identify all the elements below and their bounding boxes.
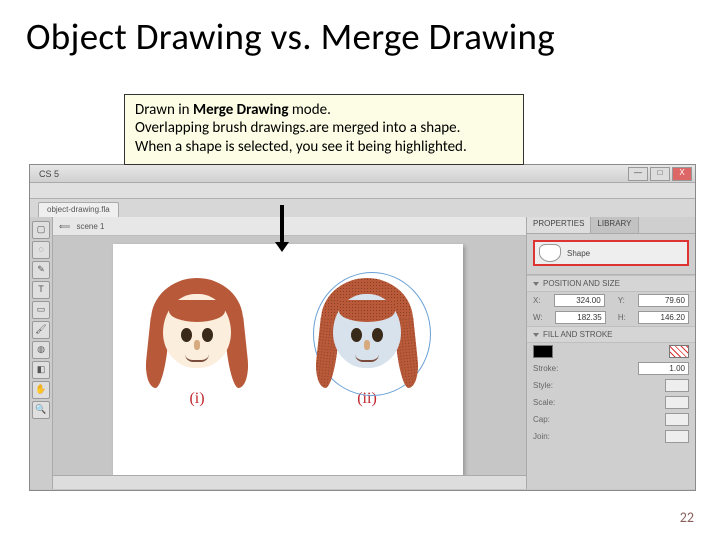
tab-properties[interactable]: PROPERTIES: [527, 217, 591, 233]
callout-arrow-icon: [280, 205, 284, 243]
menu-bar[interactable]: [30, 183, 695, 199]
document-tab[interactable]: object-drawing.fla: [38, 202, 119, 217]
shape-thumb-icon: [539, 244, 561, 262]
eye-icon: [181, 328, 192, 342]
y-field[interactable]: 79.60: [638, 294, 689, 307]
w-field[interactable]: 182.35: [555, 311, 606, 324]
window-titlebar: CS 5 — □ X: [30, 165, 695, 183]
close-button[interactable]: X: [672, 167, 692, 181]
caption-ii: (ii): [311, 390, 423, 408]
horizontal-scrollbar[interactable]: [53, 475, 526, 489]
tools-panel: ▢ ◌ ✎ T ▭ 🖌 ◍ ◧ ✋ 🔍: [30, 217, 53, 489]
bucket-tool-icon[interactable]: ◍: [32, 341, 50, 359]
h-label: H:: [618, 313, 626, 322]
stroke-field[interactable]: 1.00: [638, 362, 689, 375]
section-fill-stroke[interactable]: FILL AND STROKE: [527, 326, 695, 343]
nose-icon: [194, 340, 200, 350]
figure-i: (i): [141, 276, 253, 408]
cap-dropdown[interactable]: [665, 413, 689, 426]
brush-tool-icon[interactable]: 🖌: [32, 321, 50, 339]
callout-text: Overlapping brush drawings.are merged in…: [135, 119, 513, 137]
eye-icon: [372, 328, 383, 342]
join-dropdown[interactable]: [665, 430, 689, 443]
stage-canvas: (i): [113, 244, 463, 475]
scene-bar: ⟸ scene 1: [53, 217, 526, 236]
figure-ii-selected: (ii): [311, 276, 423, 408]
style-dropdown[interactable]: [665, 379, 689, 392]
stroke-label: Stroke:: [533, 364, 558, 373]
nose-icon: [364, 340, 370, 350]
callout-text: Drawn in: [135, 101, 193, 119]
properties-panel: PROPERTIES LIBRARY Shape POSITION AND SI…: [526, 217, 695, 489]
callout-text: mode.: [292, 101, 331, 119]
eraser-tool-icon[interactable]: ◧: [32, 361, 50, 379]
minimize-button[interactable]: —: [628, 167, 648, 181]
slide-title: Object Drawing vs. Merge Drawing: [0, 0, 720, 65]
callout-box: Drawn in Merge Drawing mode. Overlapping…: [124, 94, 524, 165]
callout-text: When a shape is selected, you see it bei…: [135, 138, 513, 156]
h-field[interactable]: 146.20: [638, 311, 689, 324]
fill-swatch[interactable]: [669, 345, 689, 358]
fringe-shape: [169, 300, 225, 322]
tab-library[interactable]: LIBRARY: [591, 217, 638, 233]
rect-tool-icon[interactable]: ▭: [32, 301, 50, 319]
page-number: 22: [680, 509, 694, 526]
callout-bold: Merge Drawing: [193, 101, 292, 119]
section-label: FILL AND STROKE: [543, 330, 613, 339]
section-label: POSITION AND SIZE: [543, 279, 620, 288]
hand-tool-icon[interactable]: ✋: [32, 381, 50, 399]
disclosure-icon: [533, 333, 539, 337]
caption-i: (i): [141, 390, 253, 408]
scene-label[interactable]: scene 1: [76, 222, 104, 231]
stage-area[interactable]: (i): [53, 236, 526, 475]
maximize-button[interactable]: □: [650, 167, 670, 181]
back-arrow-icon[interactable]: ⟸: [59, 222, 70, 231]
zoom-tool-icon[interactable]: 🔍: [32, 401, 50, 419]
scale-dropdown[interactable]: [665, 396, 689, 409]
w-label: W:: [533, 313, 543, 322]
scale-label: Scale:: [533, 398, 555, 407]
style-label: Style:: [533, 381, 553, 390]
fringe-shape-selected: [339, 300, 395, 322]
eye-icon: [202, 328, 213, 342]
eye-icon: [351, 328, 362, 342]
cap-label: Cap:: [533, 415, 550, 424]
pen-tool-icon[interactable]: ✎: [32, 261, 50, 279]
y-label: Y:: [618, 296, 625, 305]
shape-indicator-highlighted: Shape: [533, 240, 689, 266]
shape-type-label: Shape: [567, 249, 590, 258]
x-field[interactable]: 324.00: [554, 294, 605, 307]
x-label: X:: [533, 296, 541, 305]
join-label: Join:: [533, 432, 550, 441]
disclosure-icon: [533, 282, 539, 286]
document-tab-bar: object-drawing.fla: [30, 199, 695, 217]
selection-tool-icon[interactable]: ▢: [32, 221, 50, 239]
section-position-size[interactable]: POSITION AND SIZE: [527, 275, 695, 292]
stroke-swatch[interactable]: [533, 345, 553, 358]
flash-app-window: CS 5 — □ X object-drawing.fla ▢ ◌ ✎ T ▭ …: [29, 164, 696, 491]
version-tag: CS 5: [39, 169, 59, 179]
text-tool-icon[interactable]: T: [32, 281, 50, 299]
lasso-tool-icon[interactable]: ◌: [32, 241, 50, 259]
